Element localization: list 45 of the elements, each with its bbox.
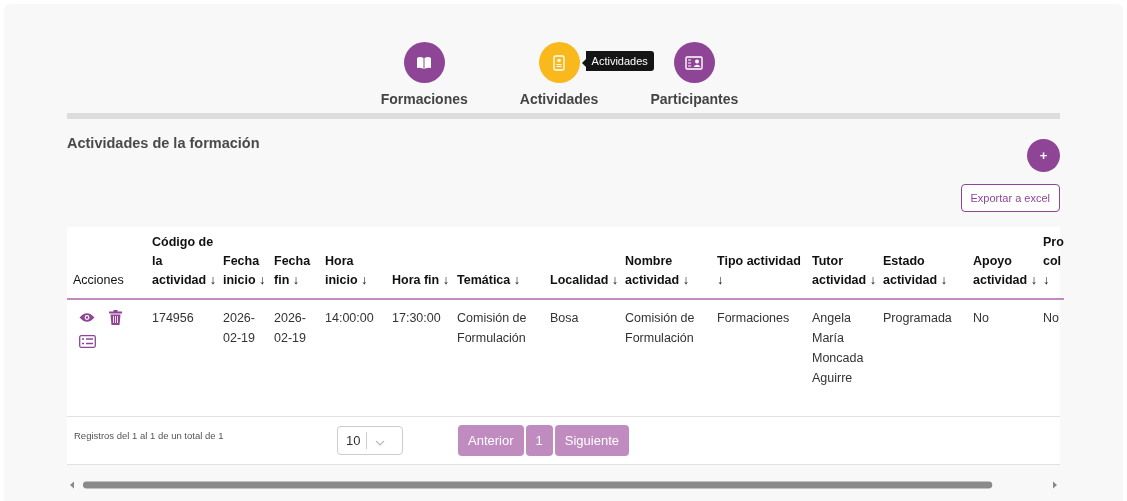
page-size-select[interactable]: 10 [337,426,403,455]
table-cell: 2026-02-19 [269,299,320,416]
table-cell: Bosa [545,299,620,416]
table-cell: 2026-02-19 [218,299,269,416]
step-button[interactable] [403,42,445,83]
column-header[interactable]: Tipo actividad ↓ [712,227,807,299]
caret-icon [375,439,385,446]
eye-icon[interactable] [79,312,95,323]
add-button[interactable]: + [1027,139,1060,172]
column-header[interactable]: Hora inicio ↓ [320,227,387,299]
export-button[interactable]: Exportar a excel [960,184,1060,212]
column-header[interactable]: Localidad ↓ [545,227,620,299]
column-header[interactable]: Fecha inicio ↓ [218,227,269,299]
column-header[interactable]: Código de la actividad ↓ [147,227,218,299]
table-cell: No [1038,299,1064,416]
column-header[interactable]: Fecha fin ↓ [269,227,320,299]
step-button[interactable] [673,42,715,83]
column-header[interactable]: Pro col ↓ [1038,227,1064,299]
trash-icon[interactable] [109,310,122,325]
column-header: Acciones [67,227,147,299]
records-info: Registros del 1 al 1 de un total de 1 [74,430,225,441]
step-label[interactable]: Participantes [650,91,739,107]
column-header[interactable]: Temática ↓ [452,227,545,299]
table-cell: Comisión de Formulación [452,299,545,416]
table-cell: 14:00:00 [320,299,387,416]
book-icon [416,55,433,70]
column-header[interactable]: Estado actividad ↓ [878,227,968,299]
column-header[interactable]: Hora fin ↓ [387,227,452,299]
table-cell: Angela María Moncada Aguirre [807,299,878,416]
table-cell: No [968,299,1038,416]
contact-card-icon [685,55,704,70]
table-cell: 17:30:00 [387,299,452,416]
document-icon [553,54,566,71]
column-header[interactable]: Apoyo actividad ↓ [968,227,1038,299]
section-title: Actividades de la formación [67,135,260,151]
table-cell: Programada [878,299,968,416]
step-label[interactable]: Actividades [519,91,599,107]
table-cell: Formaciones [712,299,807,416]
step-label[interactable]: Formaciones [380,91,468,107]
table-cell: Comisión de Formulación [620,299,712,416]
checklist-icon[interactable] [79,335,96,348]
column-header[interactable]: Nombre actividad ↓ [620,227,712,299]
tooltip: Actividades [581,51,654,71]
column-header[interactable]: Tutor actividad ↓ [807,227,878,299]
table-cell: 174956 [147,299,218,416]
